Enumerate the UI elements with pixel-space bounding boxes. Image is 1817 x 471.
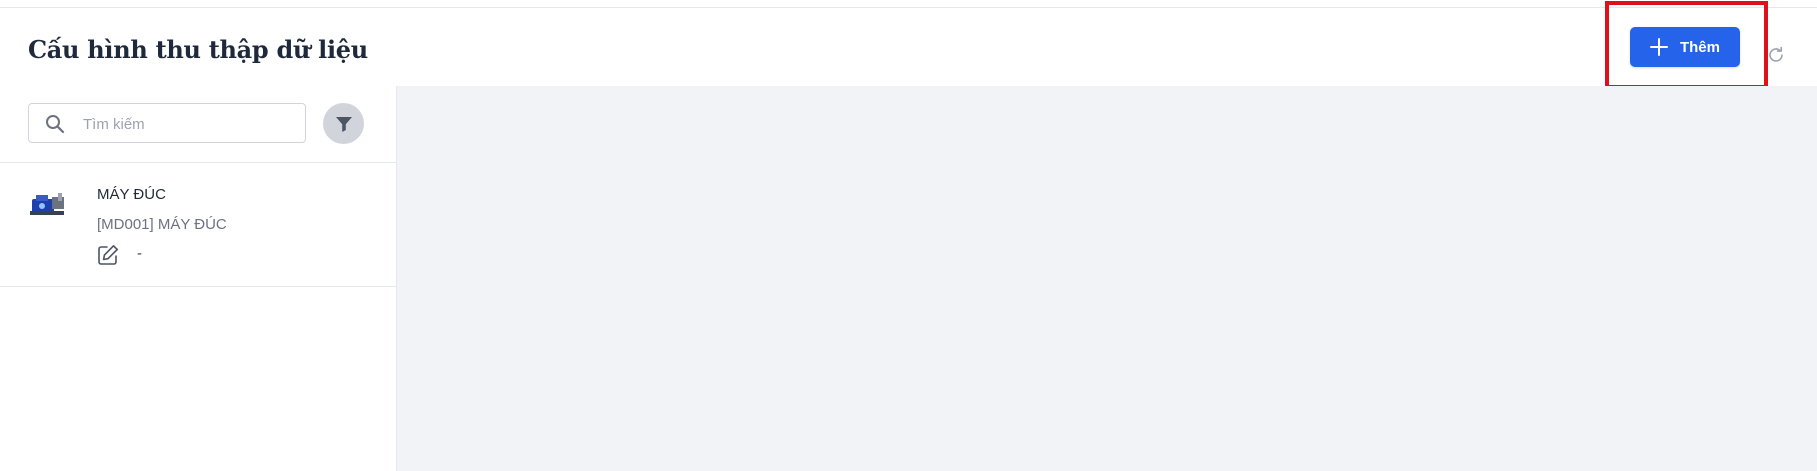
sidebar-list-panel: MÁY ĐÚC [MD001] MÁY ĐÚC -	[0, 86, 397, 471]
edit-icon[interactable]	[97, 244, 119, 266]
filter-icon	[335, 116, 352, 132]
list-item[interactable]: MÁY ĐÚC [MD001] MÁY ĐÚC -	[0, 163, 396, 287]
machine-image	[30, 193, 64, 215]
list-item-meta: -	[137, 245, 142, 262]
search-toolbar	[0, 86, 396, 163]
page-title: Cấu hình thu thập dữ liệu	[28, 35, 368, 64]
list-item-subtitle: [MD001] MÁY ĐÚC	[97, 216, 227, 233]
detail-panel	[397, 86, 1817, 471]
search-icon	[46, 115, 65, 134]
add-button-label: Thêm	[1679, 38, 1720, 56]
filter-button[interactable]	[323, 103, 364, 144]
add-button[interactable]: Thêm	[1630, 27, 1740, 67]
search-input[interactable]	[81, 104, 295, 144]
refresh-icon[interactable]	[1766, 45, 1786, 65]
plus-icon	[1649, 38, 1668, 56]
list-item-title: MÁY ĐÚC	[97, 186, 166, 203]
search-box	[28, 103, 306, 144]
page-header: Cấu hình thu thập dữ liệu Thêm	[0, 8, 1817, 86]
